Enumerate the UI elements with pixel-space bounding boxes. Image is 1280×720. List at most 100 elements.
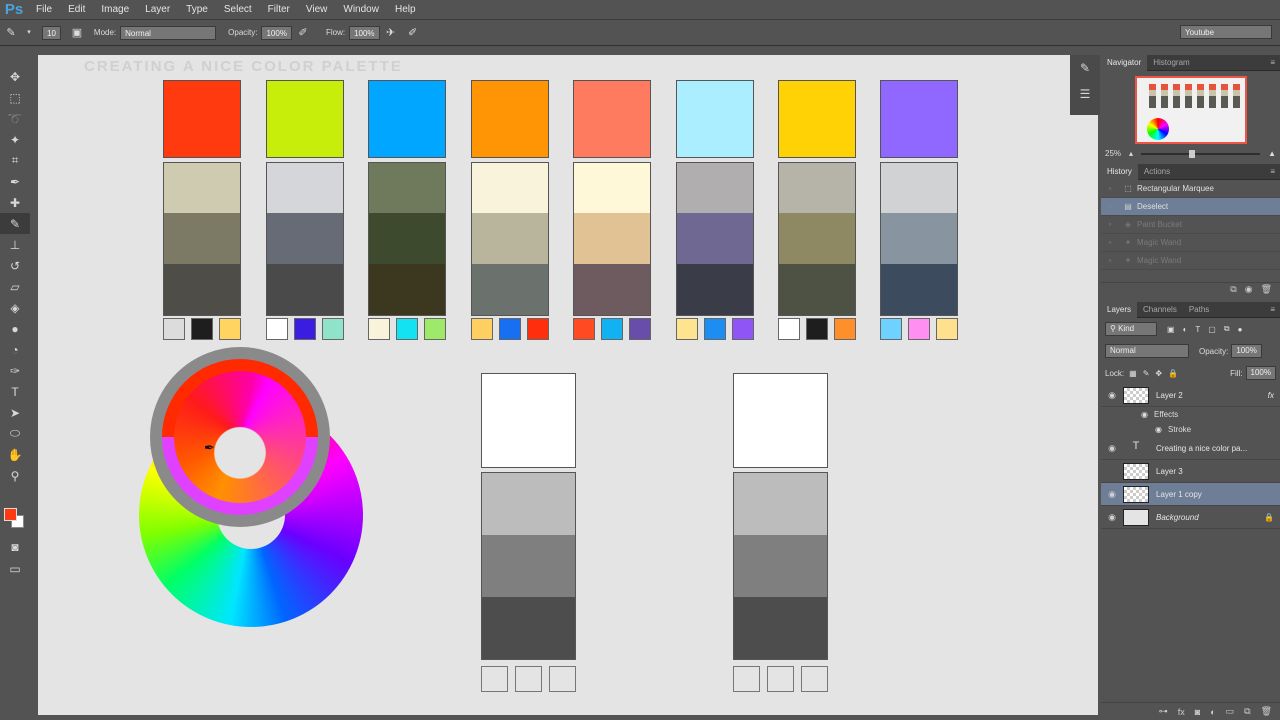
eye-icon[interactable]: ◉ bbox=[1141, 410, 1148, 419]
brush-tool-preset-icon[interactable]: ✎ bbox=[3, 25, 19, 41]
menu-view[interactable]: View bbox=[298, 0, 336, 20]
layer-row-background[interactable]: ◉ Background 🔒 bbox=[1101, 506, 1280, 529]
layer-row-text[interactable]: ◉ T Creating a nice color pa... bbox=[1101, 437, 1280, 460]
history-checkbox[interactable]: ▫ bbox=[1101, 238, 1119, 247]
menu-file[interactable]: File bbox=[28, 0, 60, 20]
lasso-tool-icon[interactable]: ➰ bbox=[0, 108, 30, 129]
blur-tool-icon[interactable]: ● bbox=[0, 318, 30, 339]
history-checkbox[interactable]: ▫ bbox=[1101, 256, 1119, 265]
zoom-in-icon[interactable]: ▲ bbox=[1268, 149, 1276, 158]
history-item[interactable]: ▫ ✦ Magic Wand bbox=[1101, 234, 1280, 252]
history-checkbox[interactable]: ▫ bbox=[1101, 220, 1119, 229]
pen-tool-icon[interactable]: ✑ bbox=[0, 360, 30, 381]
ellipse-tool-icon[interactable]: ⬭ bbox=[0, 423, 30, 444]
quick-mask-icon[interactable]: ◙ bbox=[0, 536, 30, 557]
new-group-icon[interactable]: ▭ bbox=[1226, 706, 1235, 717]
fx-icon[interactable]: fx bbox=[1268, 391, 1274, 400]
lock-transparency-icon[interactable]: ▦ bbox=[1129, 369, 1137, 378]
chevron-down-icon[interactable]: ▾ bbox=[25, 25, 33, 41]
menu-edit[interactable]: Edit bbox=[60, 0, 93, 20]
history-checkbox[interactable]: ▫ bbox=[1101, 184, 1119, 193]
history-brush-tool-icon[interactable]: ↺ bbox=[0, 255, 30, 276]
layer-opacity-field[interactable]: 100% bbox=[1231, 344, 1262, 358]
brush-size-picker[interactable]: 10 bbox=[42, 25, 61, 40]
layer-row-layer-3[interactable]: Layer 3 bbox=[1101, 460, 1280, 483]
layer-row-layer-2[interactable]: ◉ Layer 2 fx bbox=[1101, 384, 1280, 407]
pressure-size-icon[interactable]: ✐ bbox=[405, 25, 421, 41]
eye-icon[interactable]: ◉ bbox=[1101, 512, 1123, 523]
filter-smart-object-icon[interactable]: ⧉ bbox=[1224, 324, 1230, 334]
zoom-slider[interactable] bbox=[1141, 149, 1261, 158]
move-tool-icon[interactable]: ✥ bbox=[0, 66, 30, 87]
zoom-tool-icon[interactable]: ⚲ bbox=[0, 465, 30, 486]
lock-all-icon[interactable]: 🔒 bbox=[1168, 369, 1178, 378]
healing-brush-tool-icon[interactable]: ✚ bbox=[0, 192, 30, 213]
new-document-from-state-icon[interactable]: ⧉ bbox=[1230, 284, 1236, 295]
magic-wand-tool-icon[interactable]: ✦ bbox=[0, 129, 30, 150]
tab-history[interactable]: History bbox=[1101, 163, 1138, 180]
filter-type-icon[interactable]: T bbox=[1195, 325, 1200, 334]
flow-field[interactable]: 100% bbox=[349, 25, 380, 40]
hand-tool-icon[interactable]: ✋ bbox=[0, 444, 30, 465]
layer-stroke-row[interactable]: ◉ Stroke bbox=[1101, 422, 1280, 437]
adjustments-icon[interactable]: ☰ bbox=[1070, 81, 1100, 107]
layer-kind-select[interactable]: ⚲ Kind bbox=[1105, 322, 1157, 336]
history-item[interactable]: ▫ ✦ Magic Wand bbox=[1101, 252, 1280, 270]
menu-select[interactable]: Select bbox=[216, 0, 260, 20]
eye-icon[interactable]: ◉ bbox=[1101, 443, 1123, 454]
pressure-opacity-icon[interactable]: ✐ bbox=[295, 25, 311, 41]
document-canvas[interactable]: CREATING A NICE COLOR PALETTE ✒ bbox=[38, 55, 1098, 715]
tab-histogram[interactable]: Histogram bbox=[1147, 55, 1195, 71]
screen-mode-icon[interactable]: ▭ bbox=[0, 558, 30, 579]
zoom-value[interactable]: 25% bbox=[1105, 149, 1121, 158]
tab-actions[interactable]: Actions bbox=[1138, 164, 1176, 180]
crop-tool-icon[interactable]: ⌗ bbox=[0, 150, 30, 171]
tab-channels[interactable]: Channels bbox=[1137, 302, 1183, 318]
filter-adjustment-icon[interactable]: ◐ bbox=[1183, 325, 1188, 334]
eye-icon[interactable]: ◉ bbox=[1155, 425, 1162, 434]
add-mask-icon[interactable]: ◙ bbox=[1195, 707, 1200, 717]
zoom-slider-knob[interactable] bbox=[1188, 149, 1195, 158]
zoom-out-icon[interactable]: ▴ bbox=[1129, 149, 1133, 158]
navigator-preview[interactable] bbox=[1134, 76, 1247, 144]
history-item[interactable]: ▫ ⬚ Rectangular Marquee bbox=[1101, 180, 1280, 198]
layer-effects-row[interactable]: ◉ Effects bbox=[1101, 407, 1280, 422]
trash-icon[interactable]: 🗑 bbox=[1261, 284, 1272, 295]
new-layer-icon[interactable]: ⧉ bbox=[1244, 706, 1250, 717]
eyedropper-tool-icon[interactable]: ✒ bbox=[0, 171, 30, 192]
filter-toggle-icon[interactable]: ● bbox=[1238, 325, 1243, 334]
panel-menu-icon[interactable]: ≡ bbox=[1270, 167, 1275, 176]
eye-icon[interactable]: ◉ bbox=[1101, 489, 1123, 500]
menu-type[interactable]: Type bbox=[178, 0, 216, 20]
history-item[interactable]: ▫ ◈ Paint Bucket bbox=[1101, 216, 1280, 234]
eye-icon[interactable]: ◉ bbox=[1101, 390, 1123, 401]
menu-layer[interactable]: Layer bbox=[137, 0, 178, 20]
airbrush-icon[interactable]: ✈ bbox=[383, 25, 399, 41]
menu-help[interactable]: Help bbox=[387, 0, 424, 20]
mode-select[interactable]: Normal bbox=[120, 25, 217, 40]
tab-paths[interactable]: Paths bbox=[1183, 302, 1215, 318]
menu-filter[interactable]: Filter bbox=[260, 0, 298, 20]
new-adjustment-icon[interactable]: ◐ bbox=[1210, 707, 1215, 717]
foreground-color-swatch[interactable] bbox=[4, 508, 17, 521]
marquee-tool-icon[interactable]: ⬚ bbox=[0, 87, 30, 108]
trash-icon[interactable]: 🗑 bbox=[1261, 706, 1272, 717]
tab-navigator[interactable]: Navigator bbox=[1101, 54, 1148, 71]
path-selection-tool-icon[interactable]: ➤ bbox=[0, 402, 30, 423]
link-layers-icon[interactable]: ⊶ bbox=[1159, 706, 1168, 717]
type-tool-icon[interactable]: T bbox=[0, 381, 30, 402]
history-checkbox[interactable]: ▫ bbox=[1101, 202, 1119, 211]
eraser-tool-icon[interactable]: ▱ bbox=[0, 276, 30, 297]
history-item[interactable]: ▫ ▤ Deselect bbox=[1101, 198, 1280, 216]
layer-row-layer-1-copy[interactable]: ◉ Layer 1 copy bbox=[1101, 483, 1280, 506]
filter-shape-icon[interactable]: ▢ bbox=[1208, 325, 1216, 334]
snapshot-icon[interactable]: ◉ bbox=[1245, 284, 1253, 295]
dodge-tool-icon[interactable]: ◔ bbox=[0, 339, 30, 360]
brush-tool-icon[interactable]: ✎ bbox=[0, 213, 30, 234]
opacity-field[interactable]: 100% bbox=[261, 25, 292, 40]
brush-panel-toggle-icon[interactable]: ▣ bbox=[69, 25, 85, 41]
workspace-select[interactable]: Youtube bbox=[1180, 25, 1272, 39]
filter-pixel-icon[interactable]: ▣ bbox=[1167, 325, 1175, 334]
layer-fill-field[interactable]: 100% bbox=[1245, 366, 1276, 380]
clone-stamp-tool-icon[interactable]: ⊥ bbox=[0, 234, 30, 255]
